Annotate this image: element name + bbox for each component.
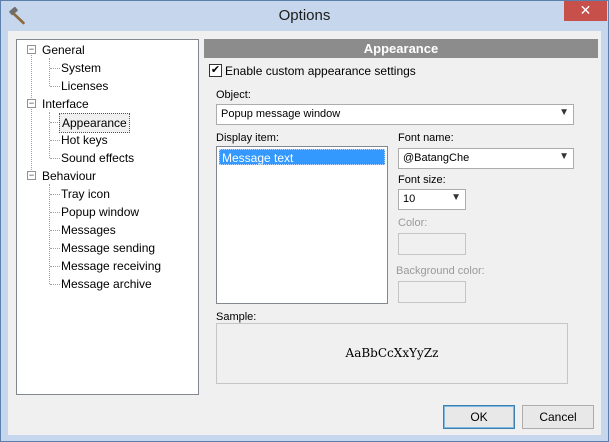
tree-item-label: Message receiving: [61, 259, 162, 273]
ok-button[interactable]: OK: [443, 405, 515, 429]
tree-item-behaviour[interactable]: − Behaviour: [17, 167, 198, 185]
checkbox-label: Enable custom appearance settings: [225, 64, 416, 78]
section-header: Appearance: [204, 39, 598, 58]
tree-item-label: System: [61, 61, 102, 75]
cancel-button[interactable]: Cancel: [522, 405, 594, 429]
chevron-down-icon: ▼: [559, 107, 569, 118]
tree-item-label: Message archive: [61, 277, 152, 291]
tree-item-popup-window[interactable]: Popup window: [17, 203, 198, 221]
tree-item-general[interactable]: − General: [17, 41, 198, 59]
color-label: Color:: [398, 217, 428, 229]
tree-item-message-sending[interactable]: Message sending: [17, 239, 198, 257]
sample-text: AaBbCcXxYyZz: [345, 346, 439, 360]
sample-label: Sample:: [216, 311, 257, 323]
tree-item-message-archive[interactable]: Message archive: [17, 275, 198, 293]
collapse-icon[interactable]: −: [27, 99, 36, 108]
dialog-client-area: − General System Licenses − Interface Ap…: [8, 31, 601, 435]
tree-item-appearance[interactable]: Appearance: [17, 113, 198, 133]
category-tree[interactable]: − General System Licenses − Interface Ap…: [16, 39, 199, 395]
tree-item-label: Messages: [61, 223, 116, 237]
tree-item-message-receiving[interactable]: Message receiving: [17, 257, 198, 275]
tree-item-label: Interface: [42, 97, 89, 111]
tree-item-messages[interactable]: Messages: [17, 221, 198, 239]
tree-item-label: Tray icon: [61, 187, 110, 201]
list-item[interactable]: Message text: [219, 149, 385, 165]
object-label: Object:: [216, 89, 251, 101]
tree-item-label: General: [42, 43, 85, 57]
window-title: Options: [278, 7, 331, 24]
background-color-swatch[interactable]: [398, 281, 466, 303]
tree-item-label: Behaviour: [42, 169, 97, 183]
display-item-list[interactable]: Message text: [216, 146, 388, 304]
background-color-label: Background color:: [396, 265, 485, 277]
tree-item-label: Hot keys: [61, 133, 108, 147]
font-size-dropdown[interactable]: 10 ▼: [398, 189, 466, 210]
tree-item-label: Popup window: [61, 205, 140, 219]
checkmark-icon[interactable]: ✔: [209, 64, 222, 77]
font-size-label: Font size:: [398, 174, 446, 186]
options-window: Options ✕ − General System Licenses − In…: [0, 0, 609, 442]
tree-item-licenses[interactable]: Licenses: [17, 77, 198, 95]
collapse-icon[interactable]: −: [27, 45, 36, 54]
display-item-label: Display item:: [216, 132, 279, 144]
chevron-down-icon: ▼: [559, 151, 569, 162]
chevron-down-icon: ▼: [451, 192, 461, 203]
title-bar[interactable]: Options ✕: [1, 1, 608, 31]
tree-item-label: Sound effects: [61, 151, 135, 165]
tree-item-label: Message sending: [61, 241, 156, 255]
sample-preview: AaBbCcXxYyZz: [216, 323, 568, 384]
close-button[interactable]: ✕: [564, 1, 607, 21]
tree-item-system[interactable]: System: [17, 59, 198, 77]
font-size-value: 10: [403, 193, 416, 205]
object-dropdown-value: Popup message window: [221, 108, 341, 120]
tree-item-label: Appearance: [59, 113, 130, 133]
object-dropdown[interactable]: Popup message window ▼: [216, 104, 574, 125]
font-name-label: Font name:: [398, 132, 454, 144]
tree-item-tray-icon[interactable]: Tray icon: [17, 185, 198, 203]
tree-item-label: Licenses: [61, 79, 109, 93]
tree-item-hot-keys[interactable]: Hot keys: [17, 131, 198, 149]
color-swatch[interactable]: [398, 233, 466, 255]
font-name-value: @BatangChe: [403, 152, 470, 164]
font-name-dropdown[interactable]: @BatangChe ▼: [398, 148, 574, 169]
collapse-icon[interactable]: −: [27, 171, 36, 180]
tree-item-sound-effects[interactable]: Sound effects: [17, 149, 198, 167]
tree-item-interface[interactable]: − Interface: [17, 95, 198, 113]
